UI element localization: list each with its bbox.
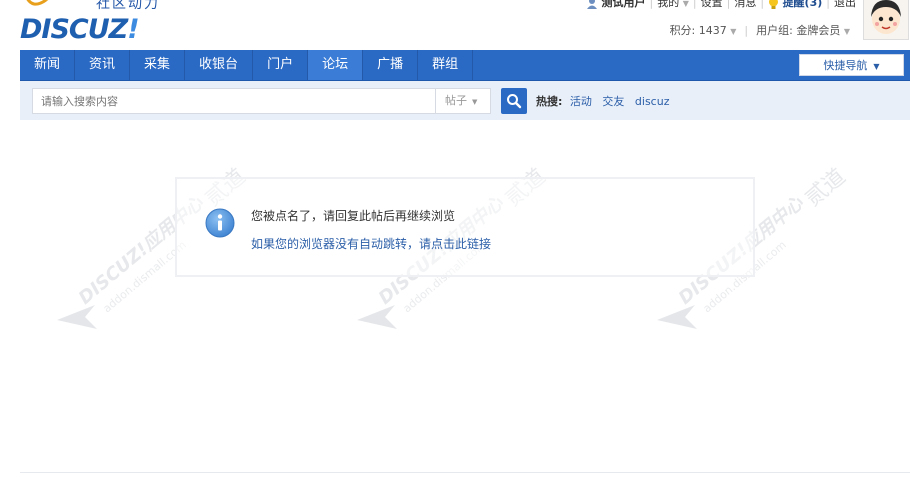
mine-label: 我的 [657, 0, 680, 9]
watermark-text: 贰道 [801, 164, 851, 211]
user-icon [587, 0, 598, 9]
quick-nav-button[interactable]: 快捷导航 ▼ [799, 54, 904, 76]
nav-item-info[interactable]: 资讯 [75, 50, 131, 80]
nav-item-broadcast[interactable]: 广播 [363, 50, 419, 80]
search-bar: 帖子 ▼ 热搜: 活动 交友 discuz [20, 81, 910, 120]
search-icon [507, 94, 522, 109]
usergroup-link[interactable]: 用户组: 金牌会员 ▼ [756, 24, 850, 37]
avatar-face-icon [864, 0, 908, 39]
mine-link[interactable]: 我的 ▼ [657, 0, 689, 9]
info-icon [205, 208, 235, 238]
nav-item-collect[interactable]: 采集 [130, 50, 186, 80]
caret-down-icon: ▼ [873, 62, 880, 71]
footer-divider [20, 472, 910, 473]
reminder-link[interactable]: 提醒(3) [783, 0, 823, 9]
user-links: 测试用户 | 我的 ▼ | 设置 | 消息 | 提醒(3) | 退出 [586, 0, 856, 10]
chevron-down-icon: ▼ [730, 27, 737, 36]
user-info: 积分: 1437 ▼ | 用户组: 金牌会员 ▼ [669, 24, 850, 37]
nav-item-cashier[interactable]: 收银台 [185, 50, 254, 80]
hot-search-link[interactable]: 活动 [570, 95, 592, 108]
caret-down-icon: ▼ [472, 98, 478, 106]
settings-link[interactable]: 设置 [701, 0, 723, 9]
logo-subtitle: 社区动力 [96, 0, 160, 12]
notice-message: 您被点名了，请回复此帖后再继续浏览 [251, 209, 456, 223]
nav-item-news[interactable]: 新闻 [20, 50, 76, 80]
nav-item-forum[interactable]: 论坛 [308, 50, 364, 80]
redirect-link[interactable]: 如果您的浏览器没有自动跳转，请点击此链接 [251, 235, 491, 252]
nav-item-portal[interactable]: 门户 [253, 50, 309, 80]
logo-swirl-icon [26, 0, 49, 6]
search-type-select[interactable]: 帖子 ▼ [435, 88, 491, 114]
main-nav: 新闻 资讯 采集 收银台 门户 论坛 广播 群组 快捷导航 ▼ [20, 50, 910, 81]
search-button[interactable] [501, 88, 527, 114]
logout-link[interactable]: 退出 [834, 0, 856, 9]
usergroup-label: 用户组: 金牌会员 [756, 24, 841, 37]
hot-search-label: 热搜: [536, 95, 563, 108]
quick-nav-label: 快捷导航 [823, 59, 868, 72]
points-link[interactable]: 积分: 1437 ▼ [670, 24, 737, 37]
points-label: 积分: 1437 [669, 24, 727, 37]
nav-item-group[interactable]: 群组 [418, 50, 474, 80]
search-type-label: 帖子 [445, 94, 467, 107]
search-input[interactable] [32, 88, 435, 114]
header: 社区动力 DISCUZ! 测试用户 | 我的 ▼ | 设置 | 消息 | 提醒(3) | 退出 积… [0, 0, 910, 50]
nav-list: 新闻 资讯 采集 收银台 门户 论坛 广播 群组 [20, 50, 910, 80]
messages-link[interactable]: 消息 [734, 0, 756, 9]
username-link[interactable]: 测试用户 [602, 0, 646, 9]
chevron-down-icon: ▼ [682, 0, 689, 8]
lightbulb-icon [769, 0, 779, 9]
logo-mark: ! [127, 14, 139, 45]
notice-box: 您被点名了，请回复此帖后再继续浏览 如果您的浏览器没有自动跳转，请点击此链接 [175, 177, 755, 277]
chevron-down-icon: ▼ [843, 27, 850, 36]
logo-name: DISCUZ [20, 14, 128, 45]
avatar[interactable] [863, 0, 909, 40]
hot-search-link[interactable]: discuz [635, 95, 670, 108]
hot-search-link[interactable]: 交友 [602, 95, 624, 108]
hot-searches: 热搜: 活动 交友 discuz [536, 93, 676, 109]
logo-wordmark[interactable]: DISCUZ! [20, 14, 140, 45]
